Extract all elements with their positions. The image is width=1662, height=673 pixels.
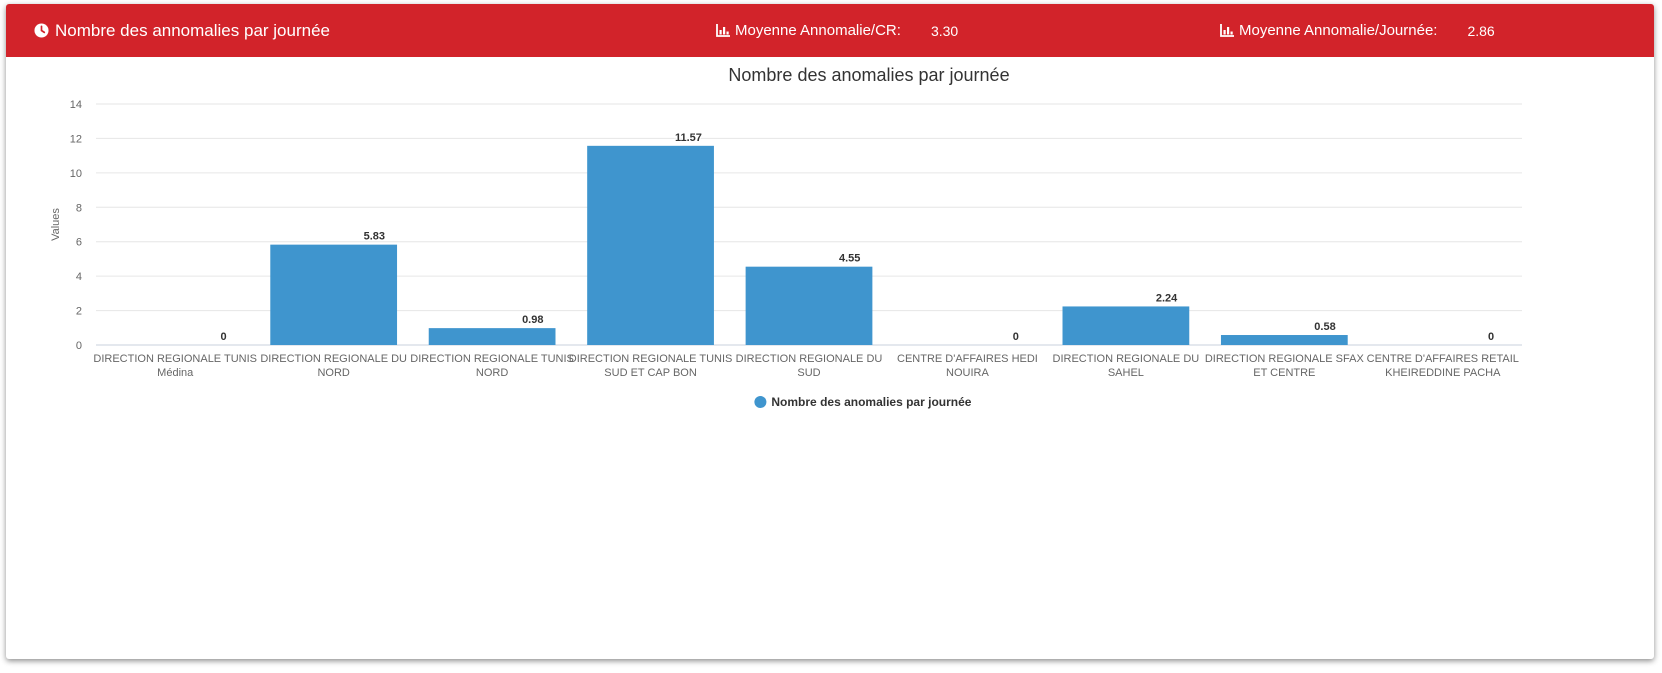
bar-chart-icon [1220,24,1234,37]
y-tick-label: 6 [76,237,82,249]
y-tick-label: 2 [76,306,82,318]
chart-area: Nombre des anomalies par journée 0 2 4 6 8 10 1… [6,57,1654,659]
x-tick-label: NOUIRA [946,367,989,379]
legend-label: Nombre des anomalies par journée [771,395,971,409]
data-label: 0 [1488,331,1494,343]
data-label: 0.58 [1314,321,1335,333]
y-tick-label: 8 [76,202,82,214]
x-tick-label: DIRECTION REGIONALE TUNIS [93,353,257,365]
header-title-group: Nombre des annomalies par journée [34,4,330,57]
chart-card: Nombre des annomalies par journée Moyenn… [6,4,1654,659]
y-tick-label: 10 [70,168,82,180]
data-label: 0.98 [522,314,543,326]
stat-day-label: Moyenne Annomalie/Journée: [1239,22,1438,39]
data-label: 0 [220,331,226,343]
bar [270,244,398,345]
x-tick-label: SUD [797,367,820,379]
x-tick-label: NORD [476,367,508,379]
x-tick-label: DIRECTION REGIONALE DU [260,353,407,365]
y-tick-label: 0 [76,340,82,352]
bar [1220,335,1348,345]
stat-day: Moyenne Annomalie/Journée: 2.86 [1220,4,1495,57]
clock-icon [34,23,49,38]
x-tick-label: DIRECTION REGIONALE DU [736,353,883,365]
data-label: 11.57 [675,132,702,144]
data-label: 2.24 [1156,292,1178,304]
stat-day-value: 2.86 [1467,22,1495,39]
card-header: Nombre des annomalies par journée Moyenn… [6,4,1654,57]
stat-cr-value: 3.30 [930,22,959,39]
bar [745,266,873,345]
x-tick-label: KHEIREDDINE PACHA [1385,367,1501,379]
bar [587,145,714,345]
header-title: Nombre des annomalies par journée [55,20,330,40]
y-axis-label: Values [50,208,62,241]
x-tick-label: DIRECTION REGIONALE SFAX [1205,353,1365,365]
y-tick-label: 12 [70,133,82,145]
x-tick-label: SAHEL [1108,367,1144,379]
stat-cr-label: Moyenne Annomalie/CR: [735,22,901,39]
chart-title: Nombre des anomalies par journée [728,65,1009,85]
data-label: 0 [1013,331,1019,343]
x-tick-label: Médina [157,367,194,379]
data-label: 5.83 [364,231,385,243]
bar [1062,306,1190,345]
y-tick-label: 14 [70,99,82,111]
x-tick-label: ET CENTRE [1253,367,1315,379]
x-tick-label: CENTRE D'AFFAIRES HEDI [897,353,1038,365]
bar-chart-icon [716,24,730,37]
x-tick-label: DIRECTION REGIONALE TUNIS [569,353,733,365]
x-tick-label: NORD [317,367,349,379]
x-tick-label: DIRECTION REGIONALE DU [1053,353,1200,365]
y-tick-label: 4 [76,271,82,283]
bar [428,328,556,345]
legend-marker [754,396,767,408]
data-label: 4.55 [839,253,860,265]
stat-cr: Moyenne Annomalie/CR: 3.30 [716,4,958,57]
x-tick-label: CENTRE D'AFFAIRES RETAIL [1367,353,1519,365]
x-tick-label: SUD ET CAP BON [604,367,697,379]
bar-chart: Nombre des anomalies par journée 0 2 4 6 8 10 1… [50,65,1522,409]
x-tick-label: DIRECTION REGIONALE TUNIS [410,353,574,365]
